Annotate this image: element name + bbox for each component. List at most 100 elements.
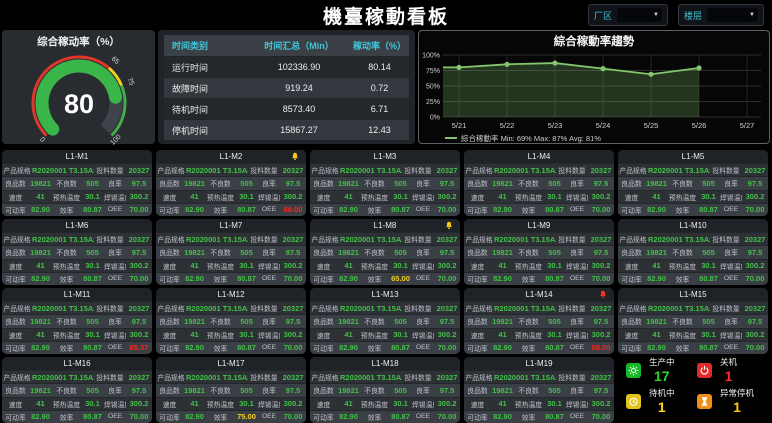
yield-label: 良率 (412, 247, 434, 257)
solder-temp-label: 焊锡温度 (104, 261, 126, 271)
preheat-temp-label: 预热温度 (514, 261, 543, 271)
movable-rate-value: 82.90 (29, 274, 52, 283)
card-row-process: 速度 41 预热温度 30.1 焊锡温度 300.2 (310, 397, 460, 410)
solder-temp-label: 焊锡温度 (258, 399, 280, 409)
movable-rate-value: 82.90 (183, 412, 206, 421)
good-count-value: 19821 (491, 248, 514, 257)
solder-temp-value: 300.2 (434, 192, 460, 201)
solder-temp-label: 焊锡温度 (104, 399, 126, 409)
machine-id: L1-M15 (679, 290, 706, 299)
speed-label: 速度 (464, 192, 491, 202)
card-row-spec: 产品规格 R2020001 T3.15A250V 投料数量 20327 (156, 370, 306, 383)
solder-temp-value: 300.2 (126, 261, 152, 270)
preheat-temp-label: 预热温度 (206, 192, 235, 202)
machine-card-header: L1-M1 (2, 150, 152, 163)
filter-factory[interactable]: 厂区 ▼ (588, 4, 668, 26)
efficiency-value: 80.87 (543, 274, 566, 283)
solder-temp-value: 300.2 (280, 261, 306, 270)
card-row-performance: 可动率 82.90 效率 65.00 OEE 70.00 (310, 272, 460, 285)
cell-category: 停机时间 (164, 124, 248, 137)
machine-card-header: L1-M2 (156, 150, 306, 163)
card-row-quality: 良品数 19821 不良数 505 良率 97.5 (156, 383, 306, 396)
speed-value: 41 (491, 261, 514, 270)
preheat-temp-value: 30.1 (81, 261, 104, 270)
machine-card-header: L1-M16 (2, 357, 152, 370)
solder-temp-label: 焊锡温度 (412, 261, 434, 271)
preheat-temp-value: 30.1 (235, 261, 258, 270)
feed-qty-label: 投料数量 (710, 234, 742, 244)
filter-factory-select[interactable]: ▼ (617, 8, 662, 22)
machine-card-header: L1-M14 (464, 288, 614, 301)
solder-temp-label: 焊锡温度 (720, 330, 742, 340)
defect-count-value: 505 (389, 317, 412, 326)
preheat-temp-label: 预热温度 (206, 261, 235, 271)
efficiency-label: 效率 (514, 412, 543, 422)
utilization-trend-panel: 綜合稼動率趨勢 0%25%50%75%100%5/215/225/235/245… (418, 30, 770, 144)
cell-total: 8573.40 (248, 104, 350, 114)
good-count-label: 良品数 (464, 178, 491, 188)
card-row-process: 速度 41 预热温度 30.1 焊锡温度 300.2 (618, 190, 768, 203)
cell-total: 919.24 (248, 83, 350, 93)
spec-label: 产品规格 (156, 234, 186, 244)
card-row-process: 速度 41 预热温度 30.1 焊锡温度 300.2 (156, 259, 306, 272)
machine-card: L1-M2 产品规格 R2020001 T3.15A250V 投料数量 2032… (156, 150, 306, 216)
card-row-performance: 可动率 82.90 效率 80.87 OEE 70.00 (310, 410, 460, 423)
machine-card-header: L1-M19 (464, 357, 614, 370)
preheat-temp-value: 30.1 (697, 261, 720, 270)
machine-id: L1-M5 (682, 152, 705, 161)
status-label: 生产中 (649, 358, 675, 367)
speed-value: 41 (337, 192, 360, 201)
efficiency-label: 效率 (360, 343, 389, 353)
defect-count-value: 505 (389, 248, 412, 257)
oee-value: 70.00 (280, 274, 306, 283)
machine-id: L1-M10 (679, 221, 706, 230)
solder-temp-value: 300.2 (588, 261, 614, 270)
spec-label: 产品规格 (618, 165, 648, 175)
good-count-label: 良品数 (2, 316, 29, 326)
cell-rate: 0.72 (350, 83, 409, 93)
defect-count-value: 505 (81, 248, 104, 257)
speed-label: 速度 (464, 261, 491, 271)
hourglass-icon (697, 394, 712, 409)
solder-temp-value: 300.2 (588, 192, 614, 201)
solder-temp-value: 300.2 (742, 261, 768, 270)
spec-label: 产品规格 (156, 165, 186, 175)
table-row: 故障时间 919.24 0.72 (164, 78, 409, 98)
movable-rate-label: 可动率 (310, 274, 337, 284)
defect-count-label: 不良数 (360, 385, 389, 395)
cell-rate: 6.71 (350, 104, 409, 114)
movable-rate-value: 82.90 (645, 343, 668, 352)
spec-value: R2020001 T3.15A250V (340, 166, 402, 175)
status-label: 关机 (720, 358, 737, 367)
efficiency-value: 80.87 (697, 205, 720, 214)
filter-floor-select[interactable]: ▼ (707, 8, 758, 22)
oee-value: 70.00 (434, 274, 460, 283)
card-row-process: 速度 41 预热温度 30.1 焊锡温度 300.2 (2, 259, 152, 272)
good-count-value: 19821 (491, 386, 514, 395)
machine-id: L1-M11 (64, 290, 91, 299)
feed-qty-value: 20327 (126, 373, 152, 382)
defect-count-value: 505 (543, 179, 566, 188)
card-row-performance: 可动率 82.90 效率 80.87 OEE 65.37 (2, 341, 152, 354)
alarm-bell-icon (291, 152, 299, 161)
efficiency-value: 80.87 (389, 343, 412, 352)
preheat-temp-value: 30.1 (235, 330, 258, 339)
spec-label: 产品规格 (464, 234, 494, 244)
movable-rate-label: 可动率 (464, 412, 491, 422)
cell-category: 运行时间 (164, 61, 248, 74)
defect-count-value: 505 (389, 386, 412, 395)
feed-qty-value: 20327 (742, 304, 768, 313)
good-count-label: 良品数 (310, 247, 337, 257)
defect-count-value: 505 (235, 386, 258, 395)
cell-rate: 80.14 (350, 62, 409, 72)
card-row-spec: 产品规格 R2020001 T3.15A250V 投料数量 20327 (464, 370, 614, 383)
preheat-temp-label: 预热温度 (360, 192, 389, 202)
efficiency-label: 效率 (668, 205, 697, 215)
feed-qty-value: 20327 (280, 373, 306, 382)
feed-qty-value: 20327 (434, 235, 460, 244)
machine-card-header: L1-M7 (156, 219, 306, 232)
efficiency-value: 80.87 (81, 343, 104, 352)
yield-value: 97.5 (126, 317, 152, 326)
filter-floor[interactable]: 楼层 ▼ (678, 4, 764, 26)
defect-count-label: 不良数 (206, 247, 235, 257)
